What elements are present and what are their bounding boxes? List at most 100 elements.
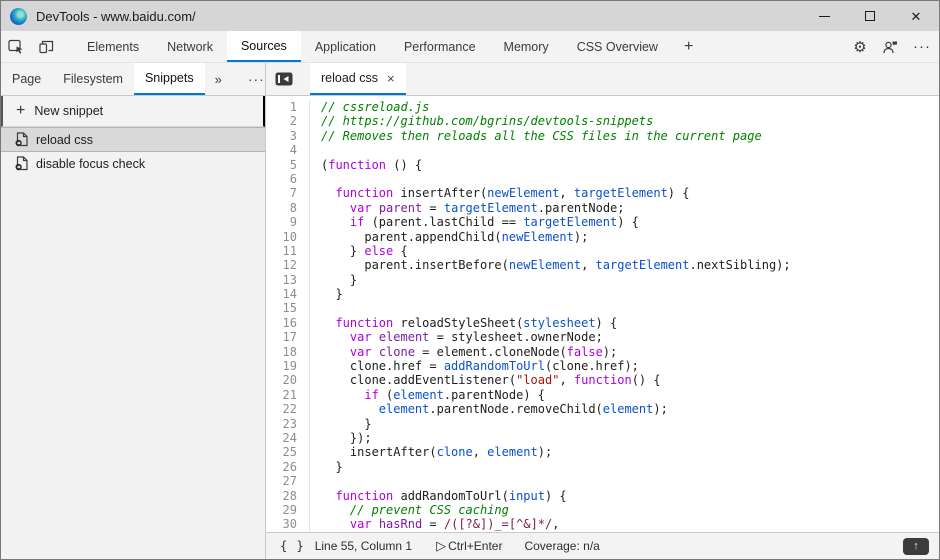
code-token-kw: function [335,186,393,200]
code-line-text: // https://github.com/bgrins/devtools-sn… [310,114,653,128]
line-number[interactable]: 25 [266,445,310,459]
line-number[interactable]: 30 [266,517,310,531]
code-token-pln: } [321,460,343,474]
code-token-pln [321,388,364,402]
line-number[interactable]: 18 [266,345,310,359]
code-token-kw: function [328,158,386,172]
code-token-pln: ); [653,402,667,416]
code-editor[interactable]: 1// cssreload.js2// https://github.com/b… [266,96,939,532]
minimize-icon [819,16,830,17]
line-number[interactable]: 6 [266,172,310,186]
feedback-button[interactable] [875,31,905,62]
code-token-pln: , [559,373,573,387]
line-number[interactable]: 11 [266,244,310,258]
code-token-pln: reloadStyleSheet( [393,316,523,330]
close-button[interactable]: ✕ [893,1,939,31]
line-number[interactable]: 23 [266,417,310,431]
inspect-element-button[interactable] [1,31,31,62]
code-token-var: addRandomToUrl [444,359,545,373]
code-token-var: element [393,388,444,402]
navigator-tab-snippets[interactable]: Snippets [134,63,205,95]
editor-tab-reload-css[interactable]: reload css × [310,63,406,95]
line-number[interactable]: 8 [266,201,310,215]
toolbar-tab-sources[interactable]: Sources [227,31,301,62]
line-number[interactable]: 10 [266,230,310,244]
line-number[interactable]: 26 [266,460,310,474]
snippet-item-reload-css[interactable]: reload css [1,127,265,152]
line-number[interactable]: 9 [266,215,310,229]
code-line: 7 function insertAfter(newElement, targe… [266,186,939,200]
code-token-pln [321,517,350,531]
toolbar-tab-elements[interactable]: Elements [73,31,153,62]
line-number[interactable]: 1 [266,100,310,114]
line-number[interactable]: 16 [266,316,310,330]
expand-drawer-button[interactable]: ↑ [903,538,929,555]
minimize-button[interactable] [801,1,847,31]
toolbar-right-icons: ⚙ ··· [845,31,939,62]
code-line: 27 [266,474,939,488]
tab-close-icon[interactable]: × [387,72,395,85]
maximize-button[interactable] [847,1,893,31]
code-token-pln: ); [538,445,552,459]
code-token-kw: false [567,345,603,359]
toolbar-tab-css-overview[interactable]: CSS Overview [563,31,672,62]
toolbar-tab-memory[interactable]: Memory [490,31,563,62]
new-snippet-button[interactable]: + New snippet [1,96,265,127]
navigator-tab-filesystem[interactable]: Filesystem [52,63,134,95]
pretty-print-button[interactable]: { } [276,539,315,553]
code-token-var: element [603,402,654,416]
settings-button[interactable]: ⚙ [845,31,875,62]
more-options-button[interactable]: ··· [905,31,939,62]
code-line-text: insertAfter(clone, element); [310,445,552,459]
hide-navigator-button[interactable] [266,63,302,95]
toolbar-tab-application[interactable]: Application [301,31,390,62]
line-number[interactable]: 27 [266,474,310,488]
code-line: 3// Removes then reloads all the CSS fil… [266,129,939,143]
run-snippet-button[interactable]: ▷ Ctrl+Enter [436,538,502,554]
editor-tab-label: reload css [321,71,378,85]
code-token-pln: ( [379,388,393,402]
toolbar-tab-network[interactable]: Network [153,31,227,62]
line-number[interactable]: 14 [266,287,310,301]
code-line: 2// https://github.com/bgrins/devtools-s… [266,114,939,128]
code-line: 30 var hasRnd = /([?&])_=[^&]*/, [266,517,939,531]
code-line-text: clone.addEventListener("load", function(… [310,373,661,387]
code-line-text: } [310,287,343,301]
line-number[interactable]: 17 [266,330,310,344]
line-number[interactable]: 20 [266,373,310,387]
code-line: 8 var parent = targetElement.parentNode; [266,201,939,215]
code-line: 24 }); [266,431,939,445]
snippet-item-disable-focus-check[interactable]: disable focus check [1,152,265,175]
line-number[interactable]: 7 [266,186,310,200]
navigator-tab-page[interactable]: Page [1,63,52,95]
code-token-pln: , [473,445,487,459]
line-number[interactable]: 29 [266,503,310,517]
line-number[interactable]: 15 [266,301,310,315]
line-number[interactable]: 12 [266,258,310,272]
line-number[interactable]: 19 [266,359,310,373]
code-token-pln: ) { [617,215,639,229]
code-token-com: // prevent CSS caching [350,503,509,517]
code-token-pln: insertAfter( [393,186,487,200]
line-number[interactable]: 2 [266,114,310,128]
more-tools-button[interactable]: + [672,31,705,62]
line-number[interactable]: 4 [266,143,310,157]
line-number[interactable]: 21 [266,388,310,402]
line-number[interactable]: 13 [266,273,310,287]
title-bar: DevTools - www.baidu.com/ ✕ [1,1,939,31]
code-token-com: // cssreload.js [321,100,429,114]
device-emulation-button[interactable] [31,31,61,62]
code-token-kw: var [350,330,372,344]
code-token-var: targetElement [574,186,668,200]
line-number[interactable]: 22 [266,402,310,416]
toolbar-tab-performance[interactable]: Performance [390,31,490,62]
navigator-tab-overflow-button[interactable]: » [205,63,232,95]
line-number[interactable]: 5 [266,158,310,172]
line-number[interactable]: 3 [266,129,310,143]
code-token-pln: = [422,201,444,215]
line-number[interactable]: 28 [266,489,310,503]
code-line-text: var hasRnd = /([?&])_=[^&]*/, [310,517,559,531]
code-line-text: element.parentNode.removeChild(element); [310,402,668,416]
line-number[interactable]: 24 [266,431,310,445]
code-line: 26 } [266,460,939,474]
